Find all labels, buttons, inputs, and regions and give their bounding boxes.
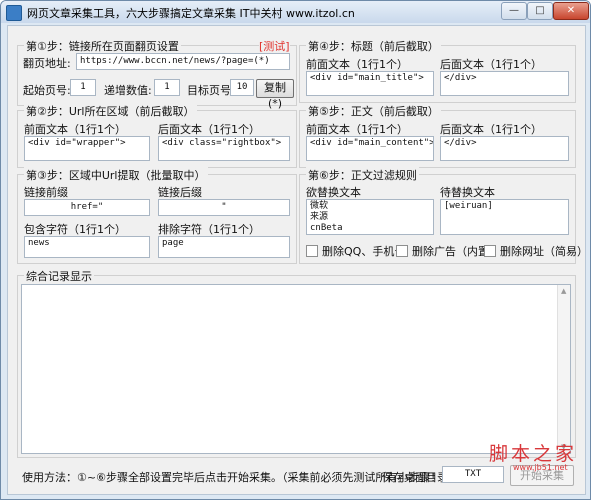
title-bar[interactable]: 网页文章采集工具，六大步骤搞定文章采集 IT中关村 www.itzol.cn —… <box>1 1 590 23</box>
step2-front-label: 前面文本（1行1个） <box>24 123 126 136</box>
suffix-label: 链接后缀 <box>158 186 202 199</box>
start-page-input[interactable]: 1 <box>70 79 96 96</box>
step3-group: 第③步：区域中Url提取（批量取中） 链接前缀 href=" 链接后缀 " 包含… <box>17 167 297 264</box>
checkbox[interactable] <box>306 245 318 257</box>
step6-group: 第⑥步：正文过滤规则 欲替换文本 微软 来源 cnBeta 待替换文本 [wei… <box>299 167 588 264</box>
step-value-label: 递增数值: <box>104 84 152 97</box>
step5-front-label: 前面文本（1行1个） <box>306 123 408 136</box>
exclude-label: 排除字符（1行1个） <box>158 223 260 236</box>
step2-front-input[interactable]: <div id="wrapper"> <box>24 136 150 161</box>
step4-back-input[interactable]: </div> <box>440 71 569 96</box>
maximize-button[interactable]: □ <box>527 2 553 20</box>
app-window: 网页文章采集工具，六大步骤搞定文章采集 IT中关村 www.itzol.cn —… <box>0 0 591 500</box>
checkbox[interactable] <box>396 245 408 257</box>
step4-front-label: 前面文本（1行1个） <box>306 58 408 71</box>
prefix-label: 链接前缀 <box>24 186 68 199</box>
step4-back-label: 后面文本（1行1个） <box>440 58 542 71</box>
target-page-input[interactable]: 10 <box>230 79 254 96</box>
step5-front-input[interactable]: <div id="main_content"> <box>306 136 434 161</box>
option-label: 删除QQ、手机号 <box>322 245 406 258</box>
app-icon <box>6 5 22 21</box>
prefix-input[interactable]: href=" <box>24 199 150 216</box>
step2-back-input[interactable]: <div class="rightbox"> <box>158 136 290 161</box>
replace-from-input[interactable]: 微软 来源 cnBeta <box>306 199 434 235</box>
step1-title: 第①步：链接所在页面翻页设置 <box>24 38 181 54</box>
replace-to-label: 待替换文本 <box>440 186 495 199</box>
log-scrollbar[interactable]: ▲ ▼ <box>557 285 570 453</box>
step4-group: 第④步：标题（前后截取） 前面文本（1行1个） <div id="main_ti… <box>299 38 576 103</box>
scroll-up-icon[interactable]: ▲ <box>561 287 566 295</box>
option-label: 删除网址（简易） <box>500 245 588 258</box>
step4-title: 第④步：标题（前后截取） <box>306 38 441 54</box>
copy-button[interactable]: 复制(*) <box>256 79 294 110</box>
save-dir-input[interactable]: TXT <box>442 466 504 483</box>
window-title: 网页文章采集工具，六大步骤搞定文章采集 IT中关村 www.itzol.cn <box>27 7 355 20</box>
step2-group: 第②步：Url所在区域（前后截取） 前面文本（1行1个） <div id="wr… <box>17 103 297 168</box>
test-link[interactable]: [测试] <box>259 38 290 54</box>
watermark-logo: 脚本之家 <box>489 443 578 465</box>
page-url-input[interactable]: https://www.bccn.net/news/?page=(*) <box>76 53 290 70</box>
step5-group: 第⑤步：正文（前后截取） 前面文本（1行1个） <div id="main_co… <box>299 103 576 168</box>
step4-front-input[interactable]: <div id="main_title"> <box>306 71 434 96</box>
watermark-url: www.jb51.net <box>513 463 568 472</box>
step2-title: 第②步：Url所在区域（前后截取） <box>24 103 197 119</box>
replace-from-label: 欲替换文本 <box>306 186 361 199</box>
page-url-label: 翻页地址: <box>23 57 71 70</box>
step5-back-label: 后面文本（1行1个） <box>440 123 542 136</box>
step1-group: 第①步：链接所在页面翻页设置 [测试] 翻页地址: https://www.bc… <box>17 38 297 110</box>
checkbox[interactable] <box>484 245 496 257</box>
step2-back-label: 后面文本（1行1个） <box>158 123 260 136</box>
suffix-input[interactable]: " <box>158 199 290 216</box>
replace-to-input[interactable]: [weiruan] <box>440 199 569 235</box>
target-page-label: 目标页号: <box>187 84 235 97</box>
minimize-button[interactable]: — <box>501 2 527 20</box>
step3-title: 第③步：区域中Url提取（批量取中） <box>24 167 208 183</box>
include-input[interactable]: news <box>24 236 150 258</box>
log-title: 综合记录显示 <box>24 268 94 284</box>
client-area: 第①步：链接所在页面翻页设置 [测试] 翻页地址: https://www.bc… <box>7 25 588 495</box>
log-textarea[interactable]: ▲ ▼ <box>21 284 571 454</box>
step-value-input[interactable]: 1 <box>154 79 180 96</box>
exclude-input[interactable]: page <box>158 236 290 258</box>
start-page-label: 起始页号: <box>23 84 71 97</box>
step5-back-input[interactable]: </div> <box>440 136 569 161</box>
step6-title: 第⑥步：正文过滤规则 <box>306 167 419 183</box>
include-label: 包含字符（1行1个） <box>24 223 126 236</box>
option-remove-qq[interactable]: 删除QQ、手机号 <box>306 243 405 259</box>
option-remove-urls[interactable]: 删除网址（简易） <box>484 243 588 259</box>
close-button[interactable]: ✕ <box>553 2 589 20</box>
step5-title: 第⑤步：正文（前后截取） <box>306 103 441 119</box>
